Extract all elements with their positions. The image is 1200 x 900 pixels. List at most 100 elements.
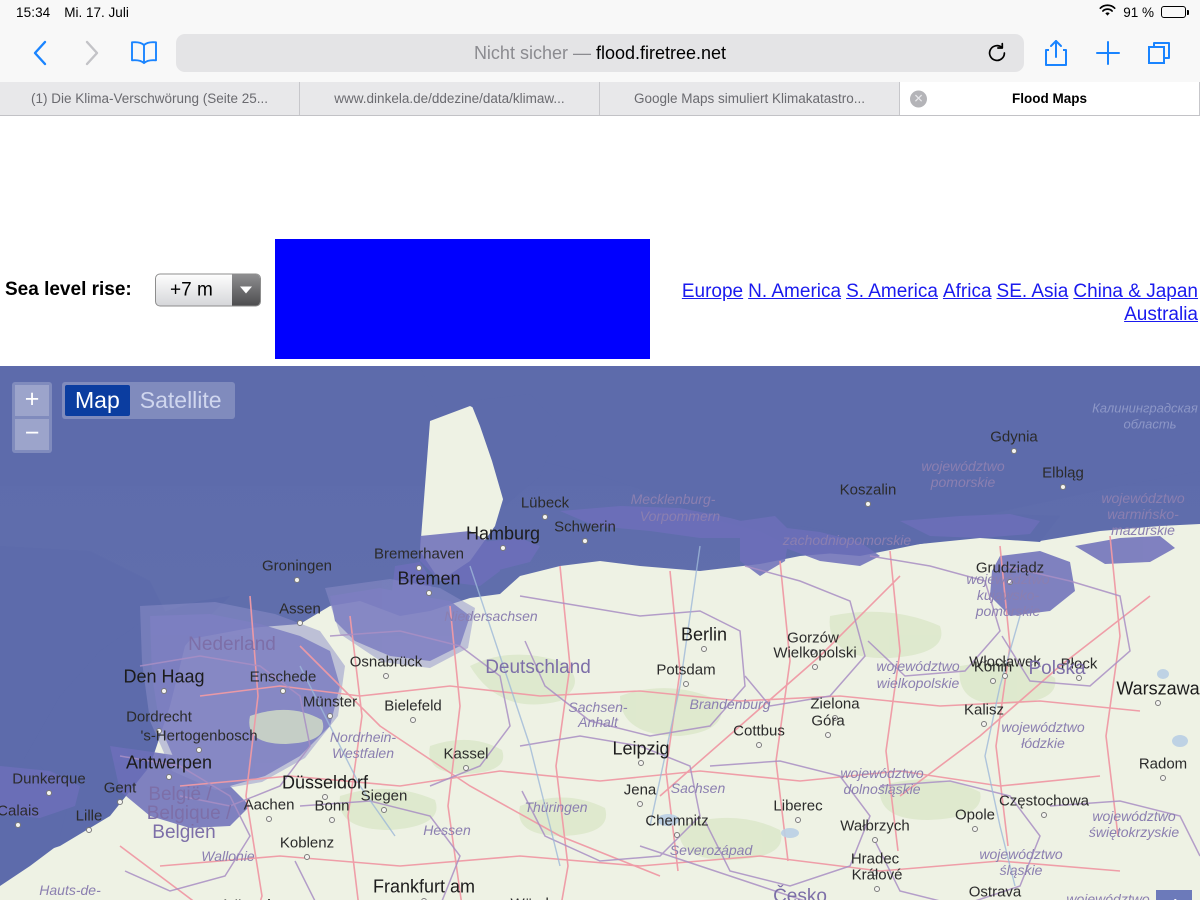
map-city-marker (795, 817, 801, 823)
map-city-marker (701, 646, 707, 652)
map-city-marker (297, 620, 303, 626)
url-host: flood.firetree.net (596, 43, 726, 63)
url-text: Nicht sicher — flood.firetree.net (474, 43, 726, 64)
map-city-marker (294, 577, 300, 583)
plus-icon (1095, 40, 1121, 66)
map-city-marker (637, 801, 643, 807)
map-city-marker (872, 837, 878, 843)
map-city-marker (972, 826, 978, 832)
map-city-marker (990, 678, 996, 684)
map-city-marker (117, 799, 123, 805)
map-city-marker (981, 721, 987, 727)
zoom-in-button[interactable]: + (15, 385, 49, 416)
tabs-overview-button[interactable] (1134, 31, 1186, 75)
forward-button[interactable] (66, 31, 118, 75)
map-city-marker (46, 790, 52, 796)
map-city-marker (1155, 700, 1161, 706)
map-city-marker (1041, 812, 1047, 818)
map-city-marker (161, 688, 167, 694)
back-button[interactable] (14, 31, 66, 75)
close-icon[interactable]: ✕ (910, 90, 927, 107)
bookmarks-button[interactable] (118, 31, 170, 75)
tab-item-1[interactable]: www.dinkela.de/ddezine/data/klimaw... (300, 82, 600, 115)
zoom-out-button[interactable]: − (15, 419, 49, 450)
share-button[interactable] (1030, 31, 1082, 75)
status-bar: 15:34 Mi. 17. Juli 91 % (0, 0, 1200, 24)
tab-title: Google Maps simuliert Klimakatastro... (634, 91, 865, 106)
tab-item-2[interactable]: Google Maps simuliert Klimakatastro... (600, 82, 900, 115)
map-city-marker (638, 760, 644, 766)
reload-button[interactable] (986, 42, 1008, 64)
tab-title: www.dinkela.de/ddezine/data/klimaw... (334, 91, 564, 106)
flood-map[interactable]: GdyniaElblągKoszalinLübeckHamburgSchweri… (0, 366, 1200, 900)
battery-percent: 91 % (1123, 5, 1154, 20)
region-link-n-america[interactable]: N. America (748, 281, 841, 302)
map-city-marker (756, 742, 762, 748)
new-tab-button[interactable] (1082, 31, 1134, 75)
browser-toolbar: Nicht sicher — flood.firetree.net (0, 24, 1200, 82)
map-city-marker (383, 673, 389, 679)
map-city-marker (832, 715, 838, 721)
sea-level-label: Sea level rise: (5, 279, 132, 301)
sea-level-select[interactable]: +7 m (155, 274, 261, 307)
map-city-marker (874, 886, 880, 892)
safari-browser-window: 15:34 Mi. 17. Juli 91 % (0, 0, 1200, 900)
map-type-map-button[interactable]: Map (65, 385, 130, 416)
chevron-down-icon[interactable] (232, 275, 260, 306)
map-city-marker (280, 688, 286, 694)
region-link-s-america[interactable]: S. America (846, 281, 938, 302)
map-city-marker (674, 832, 680, 838)
map-city-marker (322, 794, 328, 800)
battery-icon (1161, 6, 1186, 18)
map-city-marker (266, 816, 272, 822)
address-bar[interactable]: Nicht sicher — flood.firetree.net (176, 34, 1024, 72)
advertisement-banner[interactable] (275, 239, 650, 359)
map-city-marker (416, 565, 422, 571)
map-city-marker (15, 822, 21, 828)
map-city-marker (381, 807, 387, 813)
region-link-china-japan[interactable]: China & Japan (1073, 281, 1198, 302)
map-city-marker (1060, 484, 1066, 490)
region-link-europe[interactable]: Europe (682, 281, 743, 302)
wifi-icon (1099, 4, 1116, 20)
tab-item-0[interactable]: (1) Die Klima-Verschwörung (Seite 25... (0, 82, 300, 115)
map-city-marker (304, 854, 310, 860)
region-links: EuropeN. AmericaS. AmericaAfricaSE. Asia… (668, 280, 1198, 326)
map-city-marker (542, 514, 548, 520)
map-city-marker (463, 765, 469, 771)
map-info-button[interactable]: i (1156, 890, 1192, 900)
map-city-marker (810, 649, 816, 655)
map-city-marker (196, 747, 202, 753)
page-content: Sea level rise: +7 m EuropeN. AmericaS. … (0, 116, 1200, 900)
map-city-marker (329, 817, 335, 823)
map-city-marker (1007, 579, 1013, 585)
map-city-marker (872, 870, 878, 876)
map-city-marker (1011, 448, 1017, 454)
map-city-marker (410, 717, 416, 723)
map-city-marker (500, 545, 506, 551)
toolbar-right-cluster (1030, 31, 1186, 75)
map-city-marker (825, 732, 831, 738)
map-city-marker (1160, 775, 1166, 781)
map-city-marker (156, 728, 162, 734)
region-link-africa[interactable]: Africa (943, 281, 992, 302)
map-city-marker (812, 664, 818, 670)
map-city-marker (86, 827, 92, 833)
chevron-right-icon (84, 40, 100, 66)
map-type-toggle: Map Satellite (62, 382, 235, 419)
status-right-cluster: 91 % (1099, 4, 1186, 20)
tabs-overview-icon (1147, 40, 1173, 66)
region-link-australia[interactable]: Australia (1124, 304, 1198, 325)
status-time: 15:34 (16, 5, 50, 20)
status-date: Mi. 17. Juli (64, 5, 129, 20)
map-city-marker (683, 681, 689, 687)
zoom-controls: + − (12, 382, 52, 453)
map-type-satellite-button[interactable]: Satellite (130, 385, 232, 416)
map-city-marker (327, 713, 333, 719)
tab-item-3[interactable]: ✕ Flood Maps (900, 82, 1200, 115)
map-tiles (0, 366, 1200, 900)
region-link-se-asia[interactable]: SE. Asia (997, 281, 1069, 302)
reload-icon (986, 42, 1008, 64)
tab-strip: (1) Die Klima-Verschwörung (Seite 25... … (0, 82, 1200, 116)
map-city-marker (426, 590, 432, 596)
